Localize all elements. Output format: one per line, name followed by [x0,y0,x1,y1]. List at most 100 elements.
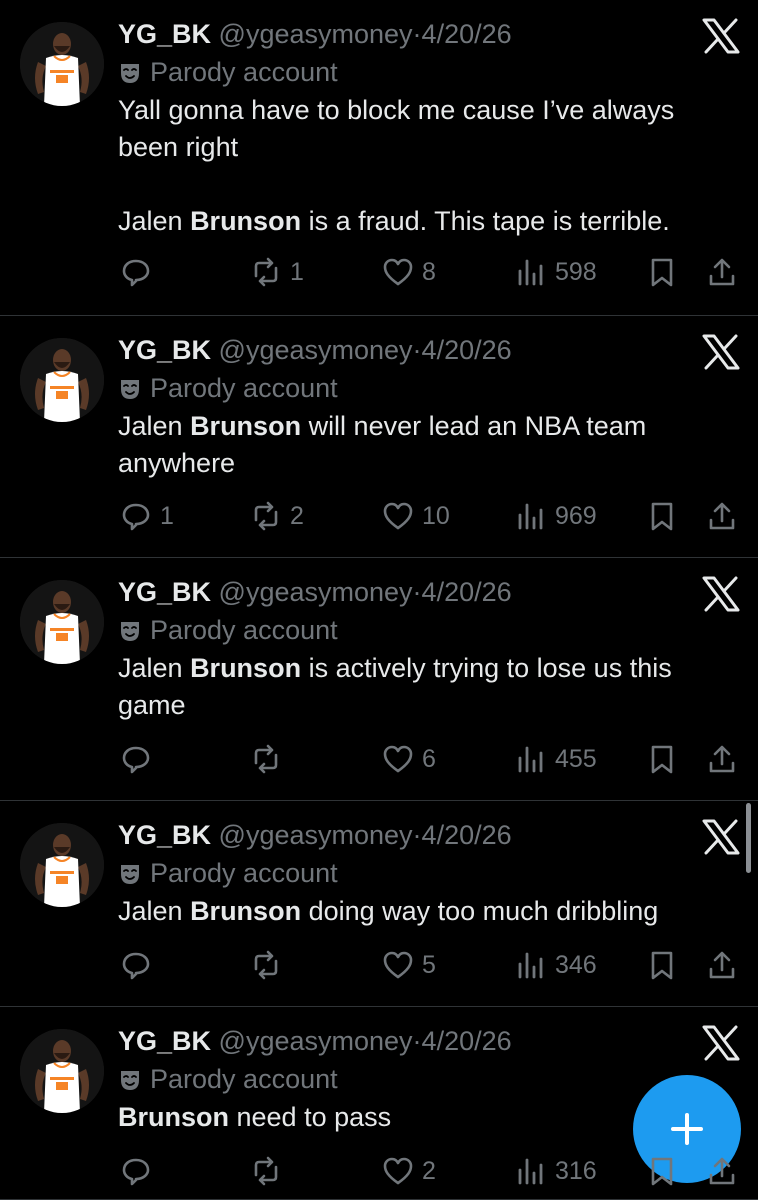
tweet-date[interactable]: 4/20/26 [422,1026,512,1056]
heart-icon [382,949,414,981]
reposts-count: 2 [290,501,304,530]
separator-dot: · [412,19,422,49]
bookmark-button[interactable] [646,739,678,779]
author-handle[interactable]: @ygeasymoney [219,1026,413,1056]
views-button[interactable]: 598 [515,252,597,292]
likes-count: 2 [422,1156,436,1185]
author-handle[interactable]: @ygeasymoney [219,577,413,607]
reply-icon [120,500,152,532]
text-segment: will never lead an NBA team [301,411,647,441]
views-button[interactable]: 455 [515,739,597,779]
views-count: 316 [555,1156,597,1185]
repost-button[interactable]: 1 [250,252,304,292]
views-count: 455 [555,744,597,773]
tweet-date[interactable]: 4/20/26 [422,335,512,365]
author-handle[interactable]: @ygeasymoney [219,335,413,365]
like-button[interactable]: 2 [382,1151,436,1191]
like-button[interactable]: 5 [382,945,436,985]
avatar[interactable] [20,22,104,106]
author-name[interactable]: YG_BK [118,577,211,607]
bookmark-button[interactable] [646,252,678,292]
reply-button[interactable] [120,252,160,292]
share-button[interactable] [706,496,738,536]
x-logo-icon[interactable] [702,1025,740,1061]
text-segment: Jalen [118,411,191,441]
tweet-text-line: anywhere [118,445,718,482]
author-name[interactable]: YG_BK [118,335,211,365]
heart-icon [382,1155,414,1187]
author-handle[interactable]: @ygeasymoney [219,820,413,850]
bookmark-button[interactable] [646,496,678,536]
reply-icon [120,743,152,775]
repost-button[interactable] [250,1151,290,1191]
tweet-text-line: Jalen Brunson is actively trying to lose… [118,650,718,687]
parody-mask-icon [118,1065,142,1101]
author-name[interactable]: YG_BK [118,1026,211,1056]
parody-label: Parody account [118,54,338,94]
views-button[interactable]: 969 [515,496,597,536]
parody-mask-icon [118,616,142,652]
x-logo-icon[interactable] [702,18,740,54]
reply-icon [120,256,152,288]
text-segment: need to pass [229,1102,392,1132]
repost-button[interactable] [250,739,290,779]
parody-text: Parody account [150,373,338,403]
text-segment: doing way too much dribbling [301,896,659,926]
tweet-text: Jalen Brunson will never lead an NBA tea… [118,408,718,482]
likes-count: 8 [422,257,436,286]
author-handle[interactable]: @ygeasymoney [219,19,413,49]
repost-icon [250,949,282,981]
tweet-date[interactable]: 4/20/26 [422,19,512,49]
parody-text: Parody account [150,1064,338,1094]
share-icon [706,256,738,288]
author-name[interactable]: YG_BK [118,820,211,850]
repost-icon [250,1155,282,1187]
avatar[interactable] [20,823,104,907]
views-button[interactable]: 316 [515,1151,597,1191]
tweet-text-line: Jalen Brunson will never lead an NBA tea… [118,408,718,445]
tweet-text-line: Yall gonna have to block me cause I’ve a… [118,92,718,129]
parody-mask-icon [118,374,142,410]
reply-button[interactable] [120,1151,160,1191]
scrollbar[interactable] [746,803,751,873]
tweet-actions: 5 346 [0,945,758,985]
likes-count: 5 [422,950,436,979]
views-button[interactable]: 346 [515,945,597,985]
x-logo-icon[interactable] [702,334,740,370]
repost-button[interactable] [250,945,290,985]
avatar[interactable] [20,338,104,422]
author-name[interactable]: YG_BK [118,19,211,49]
reply-button[interactable]: 1 [120,496,174,536]
reply-icon [120,949,152,981]
bookmark-button[interactable] [646,1151,678,1191]
tweet-text: Jalen Brunson is actively trying to lose… [118,650,718,724]
tweet-actions: 2 316 [0,1151,758,1191]
text-segment: Jalen [118,206,191,236]
like-button[interactable]: 10 [382,496,450,536]
reply-button[interactable] [120,945,160,985]
share-button[interactable] [706,739,738,779]
share-button[interactable] [706,252,738,292]
parody-label: Parody account [118,612,338,652]
tweet-date[interactable]: 4/20/26 [422,577,512,607]
share-icon [706,949,738,981]
x-logo-icon[interactable] [702,576,740,612]
views-count: 598 [555,257,597,286]
like-button[interactable]: 6 [382,739,436,779]
x-logo-icon[interactable] [702,819,740,855]
tweet-date[interactable]: 4/20/26 [422,820,512,850]
repost-button[interactable]: 2 [250,496,304,536]
repost-icon [250,256,282,288]
share-button[interactable] [706,1151,738,1191]
share-button[interactable] [706,945,738,985]
avatar[interactable] [20,580,104,664]
tweet-actions: 1 8 598 [0,252,758,292]
reply-button[interactable] [120,739,160,779]
bookmark-button[interactable] [646,945,678,985]
share-icon [706,500,738,532]
tweet-text: Jalen Brunson doing way too much dribbli… [118,893,718,930]
like-button[interactable]: 8 [382,252,436,292]
avatar[interactable] [20,1029,104,1113]
tweet-text: Brunson need to pass [118,1099,718,1136]
tweet-text-line [118,166,718,203]
